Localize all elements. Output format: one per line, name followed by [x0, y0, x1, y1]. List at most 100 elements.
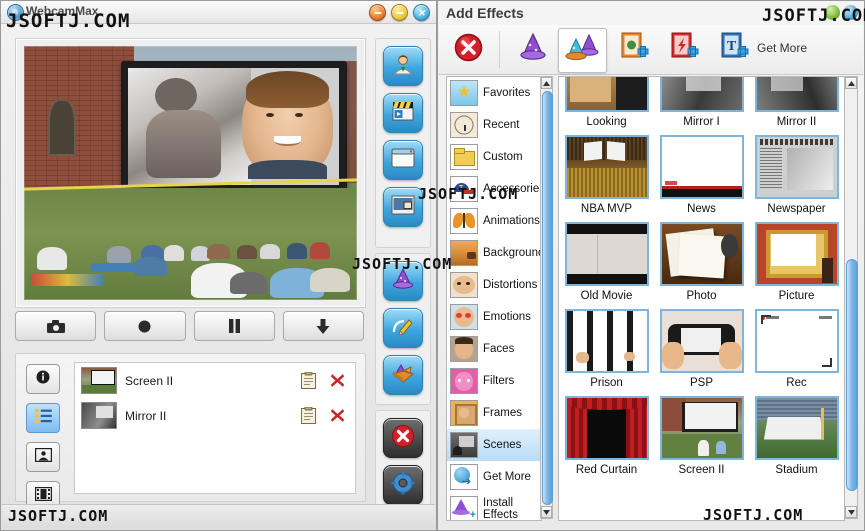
save-button[interactable]	[282, 311, 364, 341]
category-item-scenes[interactable]: Scenes	[447, 429, 541, 461]
list-mode-buttons	[26, 364, 60, 520]
category-item-emotions[interactable]: Emotions	[447, 301, 541, 333]
close-effects-button[interactable]	[445, 28, 492, 71]
scene-icon	[450, 432, 478, 458]
category-item-faces[interactable]: Faces	[447, 333, 541, 365]
add-flash-button[interactable]	[661, 28, 708, 71]
effects-list[interactable]: Screen II Mirror II	[74, 362, 356, 494]
list-item[interactable]: Screen II	[75, 363, 355, 398]
scroll-down-arrow-icon[interactable]	[541, 506, 552, 518]
list-item[interactable]: Mirror II	[75, 398, 355, 433]
effect-thumbnail	[81, 367, 117, 394]
category-scrollbar[interactable]	[540, 76, 553, 519]
video-preview[interactable]	[24, 46, 357, 300]
clipboard-icon[interactable]	[301, 371, 316, 389]
effect-label: Prison	[590, 377, 623, 389]
category-label: Background	[483, 247, 542, 259]
effect-cell-news[interactable]: News	[654, 128, 749, 215]
window-tool-button[interactable]	[383, 140, 423, 180]
wizard-hat-icon	[391, 267, 415, 295]
app-screenshot: WebcamMax ✕ Screen II Mirror II Add Effe…	[0, 0, 865, 531]
video-tool-button[interactable]	[383, 93, 423, 133]
effect-cell-newspaper[interactable]: Newspaper	[749, 128, 844, 215]
scrollbar-thumb[interactable]	[542, 91, 553, 505]
effect-cell-mirror-ii[interactable]: Mirror II	[749, 77, 844, 128]
get-more-button[interactable]: Get More	[757, 41, 807, 55]
settings-tool-button[interactable]	[383, 465, 423, 505]
camera-icon	[46, 319, 65, 333]
minimize-button[interactable]	[369, 4, 386, 21]
picture-mode-button[interactable]	[26, 442, 60, 472]
effect-label: Screen II	[678, 464, 725, 476]
scroll-up-arrow-icon[interactable]	[541, 77, 552, 89]
scrollbar-thumb[interactable]	[846, 259, 858, 491]
category-item-frames[interactable]: Frames	[447, 397, 541, 429]
category-item-get-more[interactable]: ➔ Get More	[447, 461, 541, 493]
effect-thumbnail	[754, 135, 839, 199]
draw-tool-button[interactable]	[383, 308, 423, 348]
add-text-button[interactable]: T	[711, 28, 758, 71]
list-mode-button[interactable]	[26, 403, 60, 433]
effect-cell-old-movie[interactable]: Old Movie	[559, 215, 654, 302]
pause-button[interactable]	[193, 311, 275, 341]
clipboard-icon[interactable]	[301, 406, 316, 424]
effect-cell-red-curtain[interactable]: Red Curtain	[559, 389, 654, 476]
scroll-up-arrow-icon[interactable]	[845, 77, 857, 89]
effect-cell-mirror-i[interactable]: Mirror I	[654, 77, 749, 128]
effect-cell-looking[interactable]: Looking	[559, 77, 654, 128]
effect-cell-screen-ii[interactable]: Screen II	[654, 389, 749, 476]
category-item-install-effects[interactable]: + Install Effects	[447, 493, 541, 521]
exit-tool-button[interactable]	[383, 418, 423, 458]
effect-thumbnail	[659, 222, 744, 286]
clock-icon	[450, 112, 478, 138]
clapperboard-icon	[391, 100, 415, 127]
effect-cell-psp[interactable]: PSP	[654, 302, 749, 389]
effect-cell-prison[interactable]: Prison	[559, 302, 654, 389]
picture-in-picture-tool-button[interactable]	[383, 187, 423, 227]
effect-cell-picture[interactable]: Picture	[749, 215, 844, 302]
red-x-icon[interactable]	[330, 408, 345, 423]
list-icon	[34, 408, 52, 428]
snapshot-button[interactable]	[15, 311, 97, 341]
decor-blue-circle-icon	[843, 5, 858, 20]
category-item-favorites[interactable]: ★ Favorites	[447, 77, 541, 109]
effect-thumbnail	[564, 396, 649, 460]
effect-label: Mirror I	[683, 116, 720, 128]
category-item-filters[interactable]: Filters	[447, 365, 541, 397]
info-mode-button[interactable]	[26, 364, 60, 394]
effects-grid-row: Red Curtain Screen II Stadium	[559, 389, 844, 476]
category-item-recent[interactable]: Recent	[447, 109, 541, 141]
single-effect-button[interactable]	[509, 28, 556, 71]
effect-thumbnail	[564, 135, 649, 199]
title-bar: WebcamMax ✕	[1, 1, 436, 24]
effect-cell-stadium[interactable]: Stadium	[749, 389, 844, 476]
category-item-distortions[interactable]: Distortions	[447, 269, 541, 301]
category-label: Install Effects	[483, 497, 518, 521]
preview-frame	[15, 38, 366, 308]
scroll-down-arrow-icon[interactable]	[845, 506, 857, 518]
add-image-button[interactable]	[611, 28, 658, 71]
effect-cell-nba-mvp[interactable]: NBA MVP	[559, 128, 654, 215]
multi-effect-button[interactable]	[558, 28, 607, 73]
effect-label: Red Curtain	[575, 464, 638, 476]
red-x-icon[interactable]	[330, 373, 345, 388]
effect-cell-photo[interactable]: Photo	[654, 215, 749, 302]
effects-tool-button[interactable]	[383, 261, 423, 301]
effect-cell-rec[interactable]: Rec	[749, 302, 844, 389]
close-button[interactable]: ✕	[413, 4, 430, 21]
category-item-animations[interactable]: Animations	[447, 205, 541, 237]
effects-grid-scrollbar[interactable]	[844, 76, 858, 519]
category-item-custom[interactable]: Custom	[447, 141, 541, 173]
record-button[interactable]	[104, 311, 186, 341]
maximize-button[interactable]	[391, 4, 408, 21]
effects-grid-row: Old Movie Photo Picture	[559, 215, 844, 302]
package-tool-button[interactable]	[383, 355, 423, 395]
avatar-tool-button[interactable]	[383, 46, 423, 86]
category-item-accessorie[interactable]: T Accessorie	[447, 173, 541, 205]
category-list[interactable]: ★ Favorites Recent Custom T Accessorie Animati…	[446, 76, 542, 521]
effect-label: News	[687, 203, 716, 215]
pink-face-icon	[450, 368, 478, 394]
category-item-background[interactable]: Background	[447, 237, 541, 269]
effect-thumbnail	[564, 309, 649, 373]
effects-grid[interactable]: Looking Mirror I Mirror II NBA MVP News Newsp…	[558, 76, 845, 521]
